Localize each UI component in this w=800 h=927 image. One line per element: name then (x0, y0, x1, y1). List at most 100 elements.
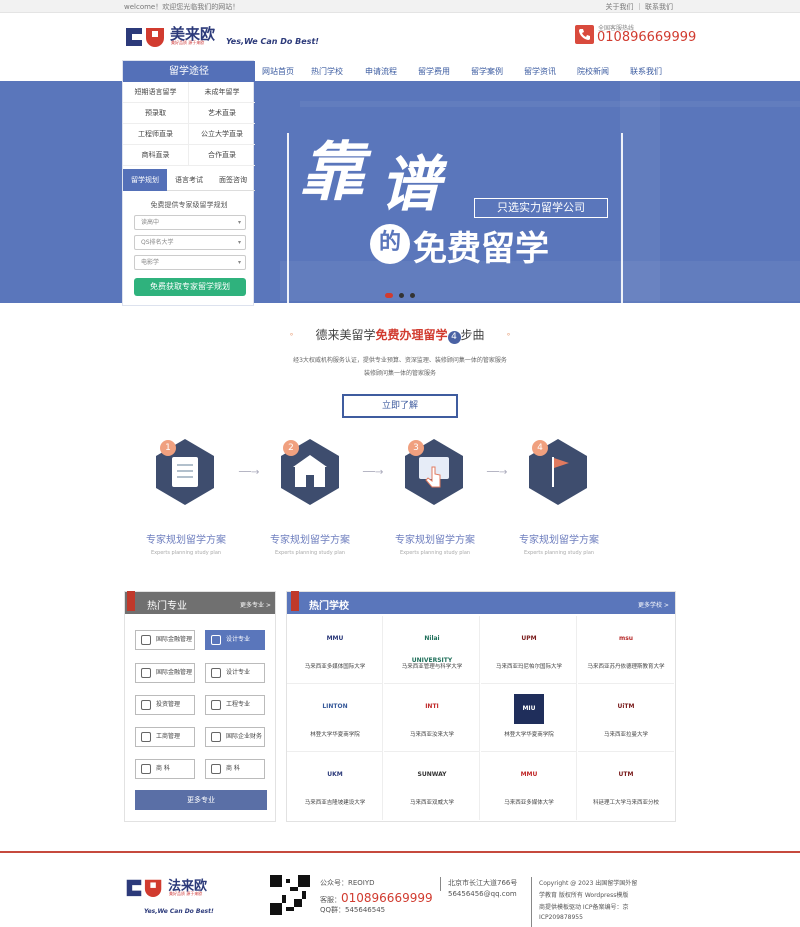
footer-icp[interactable]: ICP209878955 (539, 914, 583, 921)
major-item[interactable]: 工程专业 (205, 695, 265, 715)
nav-process[interactable]: 申请流程 (365, 66, 397, 77)
major-item[interactable]: 设计专业 (205, 663, 265, 683)
school-card[interactable]: UKM 马来西亚吉隆坡建设大学 (287, 752, 383, 820)
form-title: 免费提供专家级留学规划 (150, 201, 228, 209)
footer-copyright-2: 学教育 版权所有 Wordpress模版 (539, 892, 629, 899)
study-path-sidebar: 留学途径 短期语言留学 未成年留学 预录取 艺术直录 工程师直录 公立大学直录 … (122, 60, 255, 306)
majors-more-link[interactable]: 更多专业 > (240, 600, 271, 609)
step-number: 3 (408, 440, 424, 456)
sidebar-tabs: 留学规划 语言考试 面签咨询 (123, 169, 255, 191)
major-item[interactable]: 国际金融管理 (135, 630, 195, 650)
top-links[interactable]: 关于我们 ｜ 联系我们 (606, 2, 673, 12)
step-number: 4 (532, 440, 548, 456)
school-logo: INTI (425, 703, 439, 710)
footer-qq: QQ群：545646545 (320, 906, 386, 914)
arrow-right-icon: ──→ (239, 467, 260, 478)
school-card[interactable]: SUNWAY 马来西亚双威大学 (384, 752, 480, 820)
welcome-text: welcome！欢迎您光临我们的网站！ (124, 3, 240, 11)
divider (440, 877, 441, 891)
school-logo: UKM (327, 771, 343, 778)
footer-copyright-3: 商提供模板驱动 ICP备案编号：京 (539, 904, 629, 911)
footer: 法来欧 美好品质 源于来欧 Yes,We Can Do Best! 公众号：RE… (0, 851, 800, 927)
main-nav: 网站首页 热门学校 申请流程 留学费用 留学案例 留学资讯 院校新闻 联系我们 (255, 61, 675, 81)
major-item[interactable]: 商 科 (205, 759, 265, 779)
top-bar: welcome！欢迎您光临我们的网站！ 关于我们 ｜ 联系我们 (0, 0, 800, 13)
school-card[interactable]: MMU 马来西亚多媒体国际大学 (287, 616, 383, 684)
major-select[interactable]: 电影学 ▾ (134, 255, 246, 270)
footer-brand-sub: 美好品质 源于来欧 (169, 891, 203, 896)
nav-school-news[interactable]: 院校新闻 (577, 66, 609, 77)
sidebar-item[interactable]: 预录取 (123, 103, 189, 124)
major-item[interactable]: 商 科 (135, 759, 195, 779)
tab-visa[interactable]: 面签咨询 (211, 169, 255, 191)
major-item[interactable]: 国际企业财务 (205, 727, 265, 747)
nav-schools[interactable]: 热门学校 (311, 66, 343, 77)
school-card[interactable]: UiTM 马来西亚拉曼大学 (578, 684, 674, 752)
nav-fees[interactable]: 留学费用 (418, 66, 450, 77)
nav-cases[interactable]: 留学案例 (471, 66, 503, 77)
carousel-dot[interactable] (399, 293, 404, 298)
school-logo: UPM (521, 635, 537, 642)
step-title: 专家规划留学方案 (270, 535, 350, 546)
footer-logo-icon (126, 879, 162, 897)
tab-language-exam[interactable]: 语言考试 (167, 169, 211, 191)
get-plan-button[interactable]: 免费获取专家留学规划 (134, 278, 246, 296)
sidebar-item[interactable]: 未成年留学 (189, 82, 255, 103)
learn-more-button[interactable]: 立即了解 (342, 394, 458, 418)
schools-title: 热门学校 (309, 601, 349, 612)
chevron-down-icon: ▾ (237, 219, 241, 226)
sidebar-item[interactable]: 公立大学直录 (189, 124, 255, 145)
nav-home[interactable]: 网站首页 (262, 66, 294, 77)
arrow-right-icon: ──→ (363, 467, 384, 478)
school-card[interactable]: UTM 科廷理工大学马来西亚分校 (578, 752, 674, 820)
brand-subtitle: 美好品质 源于来欧 (171, 40, 205, 45)
step-subtitle: Experts planning study plan (274, 550, 346, 556)
sidebar-item[interactable]: 艺术直录 (189, 103, 255, 124)
university-select[interactable]: QS排名大学 ▾ (134, 235, 246, 250)
banner-de: 的 (370, 224, 410, 264)
sidebar-item[interactable]: 工程师直录 (123, 124, 189, 145)
sidebar-item[interactable]: 商科直录 (123, 145, 189, 166)
nav-news[interactable]: 留学资讯 (524, 66, 556, 77)
footer-copyright-1: Copyright @ 2023 出国留学国外留 (539, 880, 638, 887)
school-logo: SUNWAY (417, 771, 447, 778)
school-card[interactable]: MIU 林登大学华夏商学院 (481, 684, 577, 752)
education-select[interactable]: 读高中 ▾ (134, 215, 246, 230)
school-card[interactable]: LINTON 林登大学华夏商学院 (287, 684, 383, 752)
carousel-dot[interactable] (410, 293, 415, 298)
footer-email[interactable]: 56456456@qq.com (448, 890, 517, 898)
arrow-right-icon: ──→ (487, 467, 508, 478)
nav-contact[interactable]: 联系我们 (630, 66, 662, 77)
tab-study-plan[interactable]: 留学规划 (123, 169, 167, 191)
school-card[interactable]: msu 马来西亚苏丹依德理斯教育大学 (578, 616, 674, 684)
tag-marker (291, 591, 299, 611)
footer-tel-label: 客服： (320, 896, 341, 904)
carousel-dot-active[interactable] (385, 293, 393, 298)
school-card[interactable]: MMU 马来西亚多媒体大学 (481, 752, 577, 820)
hotline-number: 010896669999 (597, 30, 697, 45)
school-card[interactable]: Nilai UNIVERSITY 马来西亚管理与科学大学 (384, 616, 480, 684)
hero-banner[interactable]: 靠 谱 只选实力留学公司 的 免费留学 (0, 81, 800, 303)
school-card[interactable]: INTI 马来西亚汝来大学 (384, 684, 480, 752)
brand-logo-icon[interactable] (124, 25, 166, 47)
sidebar-item[interactable]: 合作直录 (189, 145, 255, 166)
major-item[interactable]: 投资管理 (135, 695, 195, 715)
school-logo: Nilai UNIVERSITY (411, 635, 453, 664)
step-subtitle: Experts planning study plan (523, 550, 595, 556)
schools-more-link[interactable]: 更多学校 > (638, 600, 669, 609)
step-number: 2 (283, 440, 299, 456)
banner-char-1: 靠 (300, 135, 364, 210)
step-title: 专家规划留学方案 (146, 535, 226, 546)
qr-code-icon (270, 875, 310, 915)
school-card[interactable]: UPM 马来西亚玛尼帕尔国际大学 (481, 616, 577, 684)
tag-marker (127, 591, 135, 611)
footer-slogan: Yes,We Can Do Best! (144, 908, 214, 915)
more-majors-button[interactable]: 更多专业 (135, 790, 267, 810)
major-item[interactable]: 设计专业 (205, 630, 265, 650)
phone-icon (575, 25, 594, 44)
chevron-down-icon: ▾ (237, 239, 241, 246)
school-logo: msu (618, 635, 634, 642)
major-item[interactable]: 工商管理 (135, 727, 195, 747)
sidebar-item[interactable]: 短期语言留学 (123, 82, 189, 103)
major-item[interactable]: 国际金融管理 (135, 663, 195, 683)
